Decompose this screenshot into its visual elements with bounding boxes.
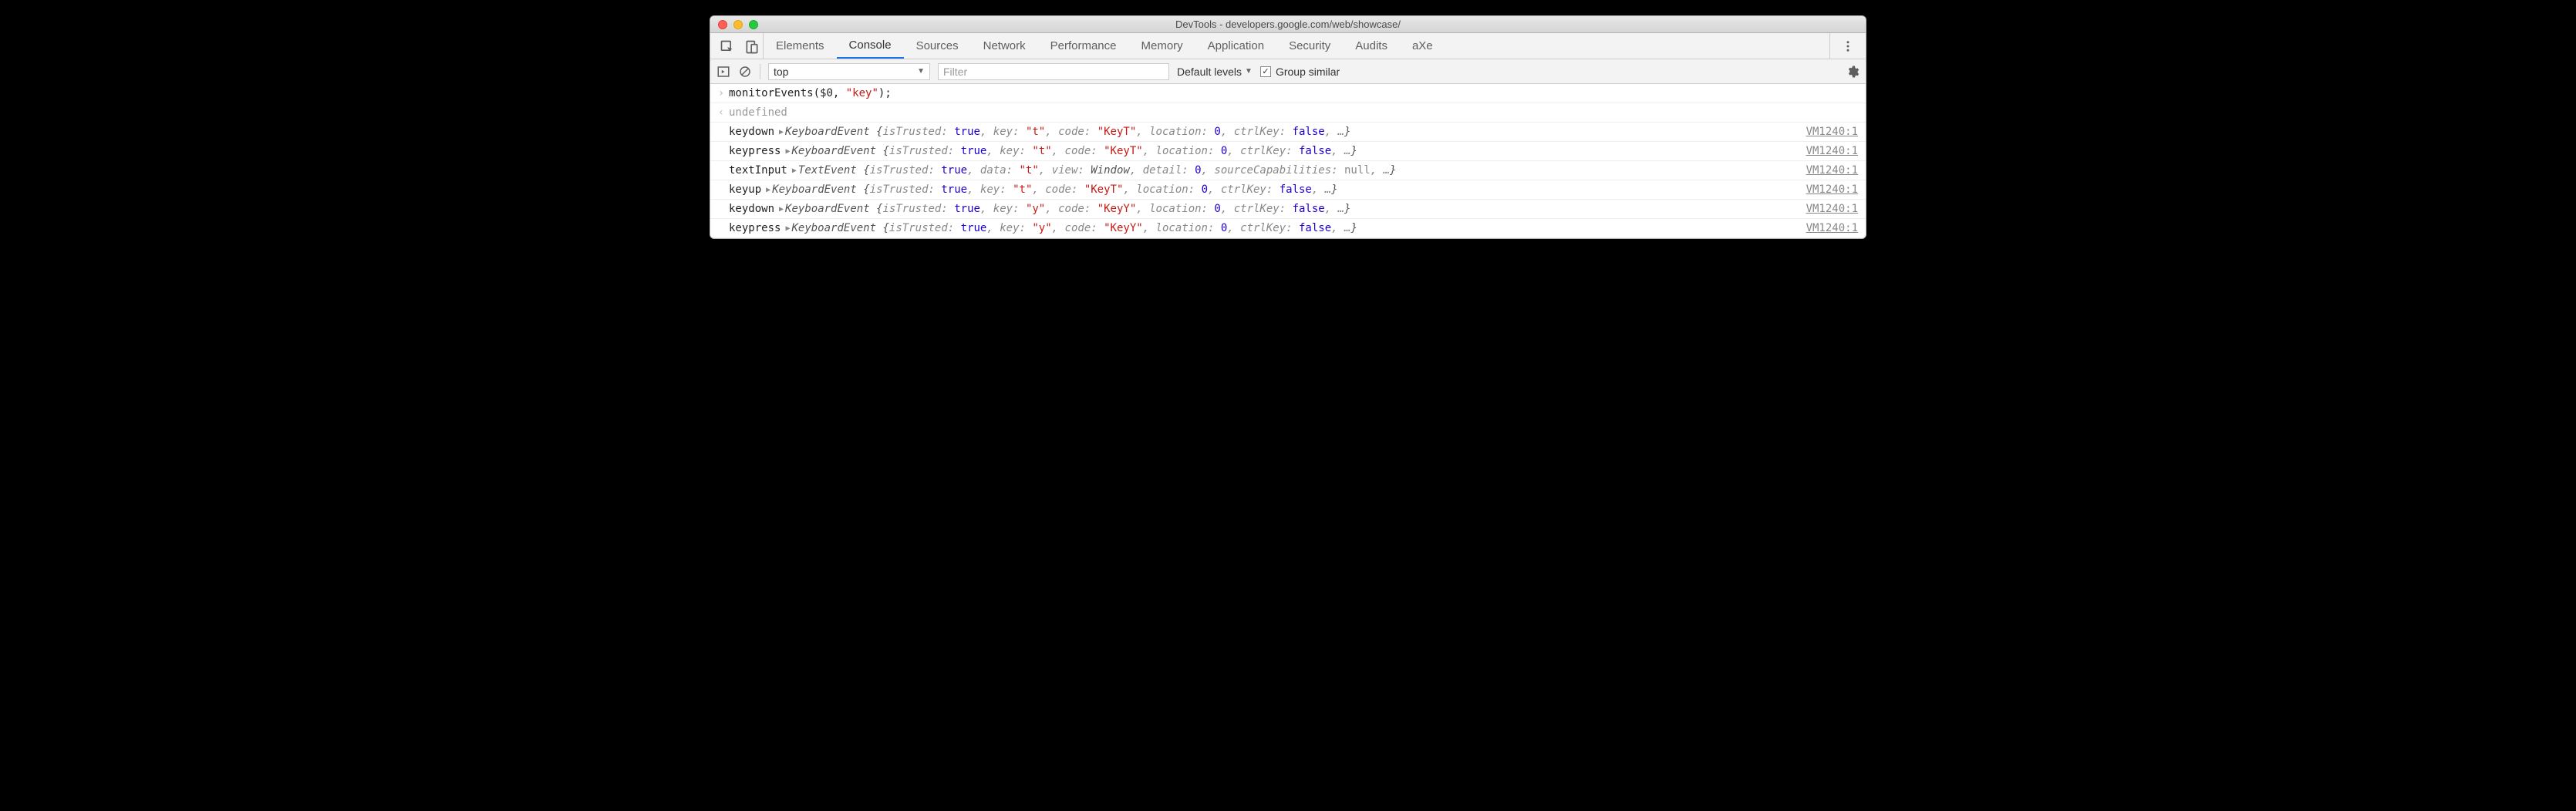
tab-elements[interactable]: Elements bbox=[764, 33, 837, 59]
log-content: textInput▶TextEvent {isTrusted: true, da… bbox=[729, 164, 1800, 177]
tab-memory[interactable]: Memory bbox=[1129, 33, 1195, 59]
expand-icon[interactable]: ▶ bbox=[792, 167, 797, 175]
tab-axe[interactable]: aXe bbox=[1400, 33, 1445, 59]
source-link[interactable]: VM1240:1 bbox=[1800, 126, 1858, 138]
filter-input[interactable]: Filter bbox=[938, 63, 1169, 80]
checkbox-checked-icon: ✓ bbox=[1260, 66, 1271, 77]
object-class: KeyboardEvent bbox=[785, 203, 876, 215]
close-window-button[interactable] bbox=[718, 20, 727, 29]
log-row[interactable]: keypress▶KeyboardEvent {isTrusted: true,… bbox=[710, 142, 1866, 161]
console-body: › monitorEvents($0, "key"); ‹ undefined … bbox=[710, 84, 1866, 238]
traffic-lights bbox=[710, 20, 758, 29]
event-name: keydown bbox=[729, 203, 774, 215]
log-content: keydown▶KeyboardEvent {isTrusted: true, … bbox=[729, 203, 1800, 215]
log-levels-select[interactable]: Default levels ▼ bbox=[1177, 66, 1253, 78]
more-menu-icon[interactable] bbox=[1841, 39, 1855, 53]
zoom-window-button[interactable] bbox=[749, 20, 758, 29]
console-input-row[interactable]: › monitorEvents($0, "key"); bbox=[710, 84, 1866, 103]
console-input-content: monitorEvents($0, "key"); bbox=[729, 87, 1858, 99]
tab-sources[interactable]: Sources bbox=[904, 33, 971, 59]
expand-icon[interactable]: ▶ bbox=[779, 205, 784, 214]
log-content: keypress▶KeyboardEvent {isTrusted: true,… bbox=[729, 145, 1800, 157]
log-levels-label: Default levels bbox=[1177, 66, 1242, 78]
panel-tabs: ElementsConsoleSourcesNetworkPerformance… bbox=[710, 33, 1866, 59]
expand-icon[interactable]: ▶ bbox=[785, 224, 790, 233]
return-value: undefined bbox=[729, 106, 787, 119]
context-select[interactable]: top ▼ bbox=[768, 63, 930, 80]
filter-placeholder: Filter bbox=[943, 66, 967, 78]
console-return-row: ‹ undefined bbox=[710, 103, 1866, 123]
object-class: KeyboardEvent bbox=[791, 145, 882, 157]
tab-application[interactable]: Application bbox=[1195, 33, 1276, 59]
group-similar-toggle[interactable]: ✓ Group similar bbox=[1260, 66, 1340, 78]
log-content: keypress▶KeyboardEvent {isTrusted: true,… bbox=[729, 222, 1800, 234]
prompt-icon: › bbox=[713, 87, 729, 99]
log-row[interactable]: keypress▶KeyboardEvent {isTrusted: true,… bbox=[710, 219, 1866, 238]
inspect-element-icon[interactable] bbox=[720, 39, 733, 53]
object-class: KeyboardEvent bbox=[785, 126, 876, 138]
source-link[interactable]: VM1240:1 bbox=[1800, 183, 1858, 196]
log-row[interactable]: textInput▶TextEvent {isTrusted: true, da… bbox=[710, 161, 1866, 180]
log-content: keydown▶KeyboardEvent {isTrusted: true, … bbox=[729, 126, 1800, 138]
tab-console[interactable]: Console bbox=[837, 33, 904, 59]
source-link[interactable]: VM1240:1 bbox=[1800, 145, 1858, 157]
titlebar: DevTools - developers.google.com/web/sho… bbox=[710, 16, 1866, 33]
inspect-tools bbox=[710, 33, 764, 59]
console-toolbar: top ▼ Filter Default levels ▼ ✓ Group si… bbox=[710, 59, 1866, 84]
event-name: textInput bbox=[729, 164, 787, 177]
event-name: keydown bbox=[729, 126, 774, 138]
device-toolbar-icon[interactable] bbox=[744, 39, 758, 53]
object-class: KeyboardEvent bbox=[791, 222, 882, 234]
source-link[interactable]: VM1240:1 bbox=[1800, 222, 1858, 234]
tab-security[interactable]: Security bbox=[1276, 33, 1343, 59]
window-title: DevTools - developers.google.com/web/sho… bbox=[710, 19, 1866, 30]
log-row[interactable]: keydown▶KeyboardEvent {isTrusted: true, … bbox=[710, 123, 1866, 142]
object-class: TextEvent bbox=[798, 164, 863, 177]
show-console-sidebar-icon[interactable] bbox=[716, 65, 730, 79]
expand-icon[interactable]: ▶ bbox=[766, 186, 770, 194]
event-name: keyup bbox=[729, 183, 761, 196]
expand-icon[interactable]: ▶ bbox=[779, 128, 784, 136]
devtools-window: DevTools - developers.google.com/web/sho… bbox=[710, 15, 1866, 239]
tab-audits[interactable]: Audits bbox=[1343, 33, 1400, 59]
tab-performance[interactable]: Performance bbox=[1038, 33, 1129, 59]
log-row[interactable]: keydown▶KeyboardEvent {isTrusted: true, … bbox=[710, 200, 1866, 219]
chevron-down-icon: ▼ bbox=[917, 67, 925, 76]
console-settings-icon[interactable] bbox=[1846, 65, 1860, 79]
context-select-value: top bbox=[774, 66, 788, 78]
minimize-window-button[interactable] bbox=[733, 20, 743, 29]
expand-icon[interactable]: ▶ bbox=[785, 147, 790, 156]
event-name: keypress bbox=[729, 222, 781, 234]
tab-network[interactable]: Network bbox=[971, 33, 1038, 59]
log-row[interactable]: keyup▶KeyboardEvent {isTrusted: true, ke… bbox=[710, 180, 1866, 200]
chevron-down-icon: ▼ bbox=[1245, 67, 1253, 76]
return-icon: ‹ bbox=[713, 106, 729, 119]
log-content: keyup▶KeyboardEvent {isTrusted: true, ke… bbox=[729, 183, 1800, 196]
event-name: keypress bbox=[729, 145, 781, 157]
object-class: KeyboardEvent bbox=[772, 183, 863, 196]
source-link[interactable]: VM1240:1 bbox=[1800, 164, 1858, 177]
group-similar-label: Group similar bbox=[1276, 66, 1340, 78]
source-link[interactable]: VM1240:1 bbox=[1800, 203, 1858, 215]
clear-console-icon[interactable] bbox=[738, 65, 752, 79]
